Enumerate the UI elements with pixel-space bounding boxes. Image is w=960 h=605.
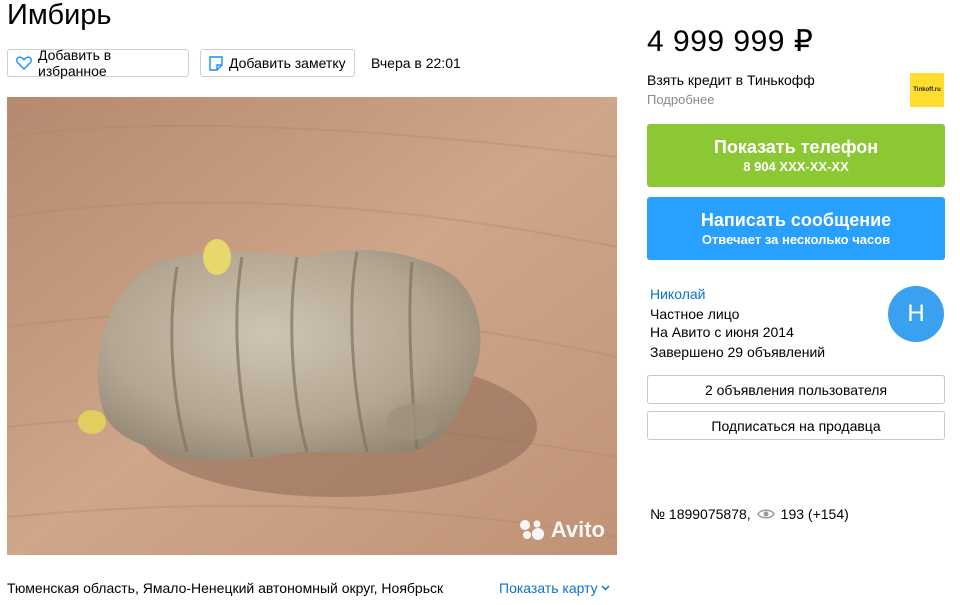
page-title: Имбирь [7,0,112,31]
show-map-label: Показать карту [499,580,598,596]
chevron-down-icon [601,585,610,591]
show-phone-button[interactable]: Показать телефон 8 904 XXX-XX-XX [647,124,945,187]
credit-more-link[interactable]: Подробнее [647,91,714,108]
eye-icon [756,509,775,519]
location-text: Тюменская область, Ямало-Ненецкий автоно… [7,580,444,596]
seller-type: Частное лицо [650,306,740,322]
add-to-favorites-button[interactable]: Добавить в избранное [7,47,189,79]
views-count: 193 (+154) [780,506,849,522]
tinkoff-logo: Tinkoff.ru [910,73,944,107]
seller-avatar[interactable]: Н [888,286,944,342]
phone-number: 8 904 XXX-XX-XX [743,159,849,174]
user-ads-button[interactable]: 2 объявления пользователя [647,375,945,404]
note-icon [209,55,223,71]
seller-name-link[interactable]: Николай [650,285,705,303]
posted-date: Вчера в 22:01 [371,55,461,71]
seller-since: На Авито с июня 2014 [650,324,794,340]
seller-completed: Завершено 29 объявлений [650,344,826,360]
ginger-image [7,97,617,555]
listing-photo[interactable]: Avito [7,97,617,555]
credit-offer[interactable]: Взять кредит в Тинькофф [647,71,815,89]
add-note-button[interactable]: Добавить заметку [200,49,355,77]
price: 4 999 999 ₽ [647,25,814,58]
heart-icon [16,56,32,70]
ad-meta: № 1899075878, 193 (+154) [650,505,849,523]
show-phone-label: Показать телефон [713,137,879,157]
avito-logo-icon [519,520,544,540]
subscribe-seller-button[interactable]: Подписаться на продавца [647,411,945,440]
add-note-label: Добавить заметку [229,55,346,71]
response-time: Отвечает за несколько часов [701,232,891,247]
ad-number: № 1899075878, [650,506,751,522]
avito-watermark: Avito [519,517,605,543]
write-message-button[interactable]: Написать сообщение Отвечает за несколько… [647,197,945,260]
show-map-link[interactable]: Показать карту [499,579,610,597]
add-to-favorites-label: Добавить в избранное [38,47,112,79]
write-message-label: Написать сообщение [700,210,892,230]
avito-watermark-text: Avito [550,517,605,542]
